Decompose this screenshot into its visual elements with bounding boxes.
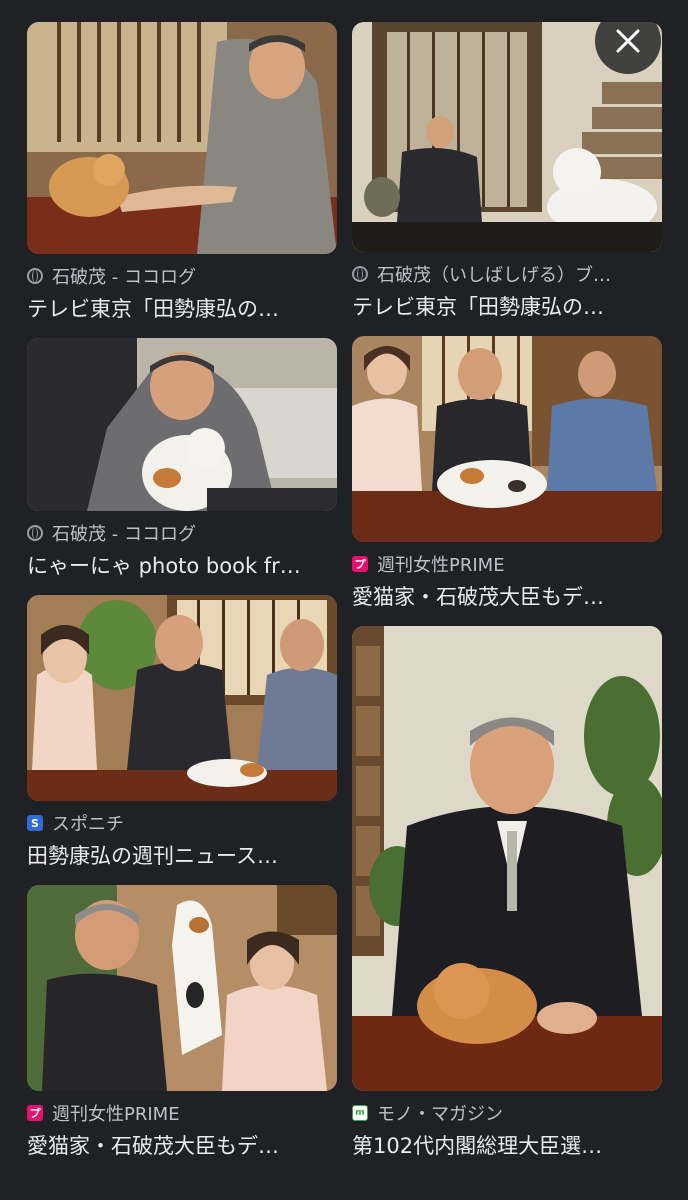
globe-icon <box>352 266 368 282</box>
globe-icon <box>27 525 43 541</box>
result-source[interactable]: 石破茂 - ココログ <box>27 521 337 545</box>
result-source-label: モノ・マガジン <box>377 1104 503 1125</box>
result-source[interactable]: プ 週刊女性PRIME <box>352 552 662 576</box>
result-source[interactable]: 石破茂 - ココログ <box>27 264 337 288</box>
result-thumbnail[interactable] <box>27 885 337 1091</box>
result-title[interactable]: にゃーにゃ photo book fr… <box>27 551 337 581</box>
result-source-label: 週刊女性PRIME <box>52 1104 180 1125</box>
results-column-left: 石破茂 - ココログ テレビ東京「田勢康弘の… 石破茂 - ココログ にゃーにゃ… <box>27 22 337 1161</box>
result-source-label: 石破茂 - ココログ <box>52 524 196 545</box>
result-thumbnail[interactable] <box>27 595 337 801</box>
result-title[interactable]: 愛猫家・石破茂大臣もデ… <box>27 1131 337 1161</box>
result-source-label: 石破茂 - ココログ <box>52 267 196 288</box>
monomagazine-logo-icon: m <box>352 1105 368 1121</box>
image-result-card[interactable]: S スポニチ 田勢康弘の週刊ニュース… <box>27 595 337 871</box>
image-result-card[interactable]: 石破茂 - ココログ にゃーにゃ photo book fr… <box>27 338 337 581</box>
result-thumbnail[interactable] <box>352 336 662 542</box>
result-title[interactable]: 田勢康弘の週刊ニュース… <box>27 841 337 871</box>
close-icon <box>616 29 640 53</box>
image-result-card[interactable]: プ 週刊女性PRIME 愛猫家・石破茂大臣もデ… <box>27 885 337 1161</box>
result-title[interactable]: 第102代内閣総理大臣選… <box>352 1131 662 1161</box>
result-source[interactable]: 石破茂（いしばしげる）ブ… <box>352 262 662 286</box>
image-result-card[interactable]: m モノ・マガジン 第102代内閣総理大臣選… <box>352 626 662 1161</box>
results-column-right: 石破茂（いしばしげる）ブ… テレビ東京「田勢康弘の… プ 週刊女性PRIME 愛… <box>352 22 662 1161</box>
result-title[interactable]: テレビ東京「田勢康弘の… <box>352 292 662 322</box>
globe-icon <box>27 268 43 284</box>
sponichi-logo-icon: S <box>27 815 43 831</box>
result-source-label: スポニチ <box>52 814 124 835</box>
close-button[interactable] <box>595 8 661 74</box>
result-source[interactable]: プ 週刊女性PRIME <box>27 1101 337 1125</box>
image-result-card[interactable]: 石破茂 - ココログ テレビ東京「田勢康弘の… <box>27 22 337 324</box>
prime-logo-icon: プ <box>352 556 368 572</box>
image-result-card[interactable]: プ 週刊女性PRIME 愛猫家・石破茂大臣もデ… <box>352 336 662 612</box>
result-thumbnail[interactable] <box>27 338 337 511</box>
result-source-label: 石破茂（いしばしげる）ブ… <box>377 265 611 286</box>
result-title[interactable]: テレビ東京「田勢康弘の… <box>27 294 337 324</box>
result-thumbnail[interactable] <box>352 626 662 1091</box>
result-title[interactable]: 愛猫家・石破茂大臣もデ… <box>352 582 662 612</box>
result-source[interactable]: m モノ・マガジン <box>352 1101 662 1125</box>
result-source-label: 週刊女性PRIME <box>377 555 505 576</box>
prime-logo-icon: プ <box>27 1105 43 1121</box>
result-thumbnail[interactable] <box>27 22 337 254</box>
result-source[interactable]: S スポニチ <box>27 811 337 835</box>
